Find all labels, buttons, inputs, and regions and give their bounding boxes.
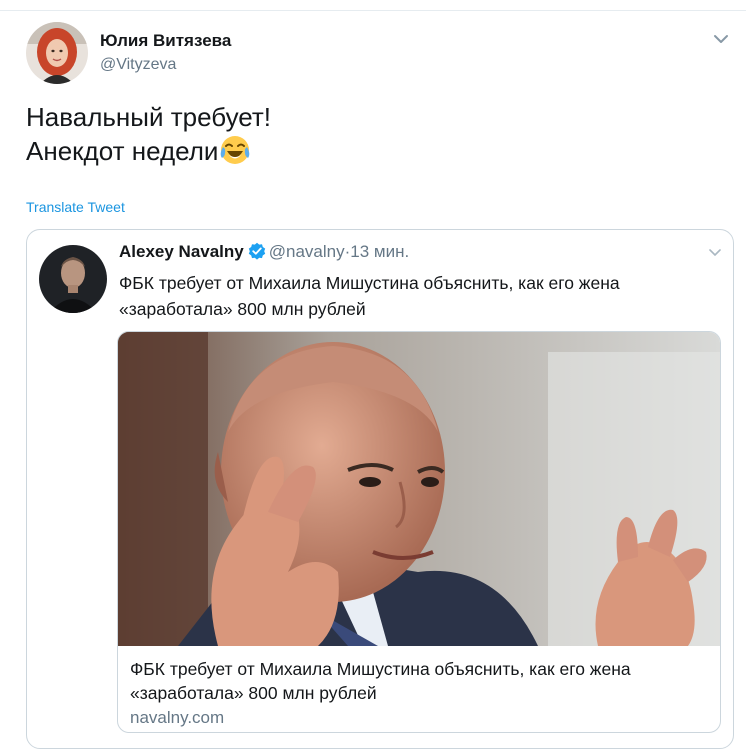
quoted-author-handle[interactable]: @navalny <box>269 242 345 261</box>
tweet-text-line: Анекдот недели <box>26 134 706 174</box>
tweet-text-line: Навальный требует! <box>26 102 272 132</box>
link-card-image[interactable] <box>118 332 720 646</box>
quoted-tweet-text: ФБК требует от Михаила Мишустина объясни… <box>119 270 709 322</box>
link-card-domain[interactable]: navalny.com <box>130 707 710 729</box>
author-handle[interactable]: @Vityzeva <box>100 56 176 74</box>
quoted-text-line: ФБК требует от Михаила Мишустина объясни… <box>119 273 620 293</box>
tweet-text: Навальный требует! Анекдот недели <box>26 100 706 174</box>
tweet-text-fragment: Анекдот недели <box>26 136 219 166</box>
verified-badge-icon <box>248 242 266 265</box>
quoted-author-name[interactable]: Alexey Navalny <box>119 242 244 261</box>
chevron-down-icon[interactable] <box>707 244 723 260</box>
link-card-title: ФБК требует от Михаила Мишустина объясни… <box>130 657 710 705</box>
author-name[interactable]: Юлия Витязева <box>100 31 231 51</box>
translate-tweet-link[interactable]: Translate Tweet <box>26 199 125 215</box>
link-card-body[interactable]: ФБК требует от Михаила Мишустина объясни… <box>130 657 710 729</box>
quoted-tweet-time[interactable]: 13 мин. <box>350 242 409 261</box>
quoted-tweet-header: Alexey Navalny @navalny·13 мин. <box>119 242 409 266</box>
quoted-author-avatar[interactable] <box>39 245 107 313</box>
tweet-header: Юлия Витязева @Vityzeva <box>26 22 728 86</box>
card-title-line: «заработала» 800 млн рублей <box>130 683 377 703</box>
chevron-down-icon[interactable] <box>712 30 730 48</box>
card-title-line: ФБК требует от Михаила Мишустина объясни… <box>130 659 631 679</box>
author-avatar[interactable] <box>26 22 88 84</box>
top-divider <box>0 10 746 11</box>
quoted-text-line: «заработала» 800 млн рублей <box>119 299 366 319</box>
tears-of-joy-emoji-icon <box>219 134 251 174</box>
link-card[interactable]: ФБК требует от Михаила Мишустина объясни… <box>117 331 721 733</box>
quoted-tweet[interactable]: Alexey Navalny @navalny·13 мин. ФБК треб… <box>26 229 734 749</box>
